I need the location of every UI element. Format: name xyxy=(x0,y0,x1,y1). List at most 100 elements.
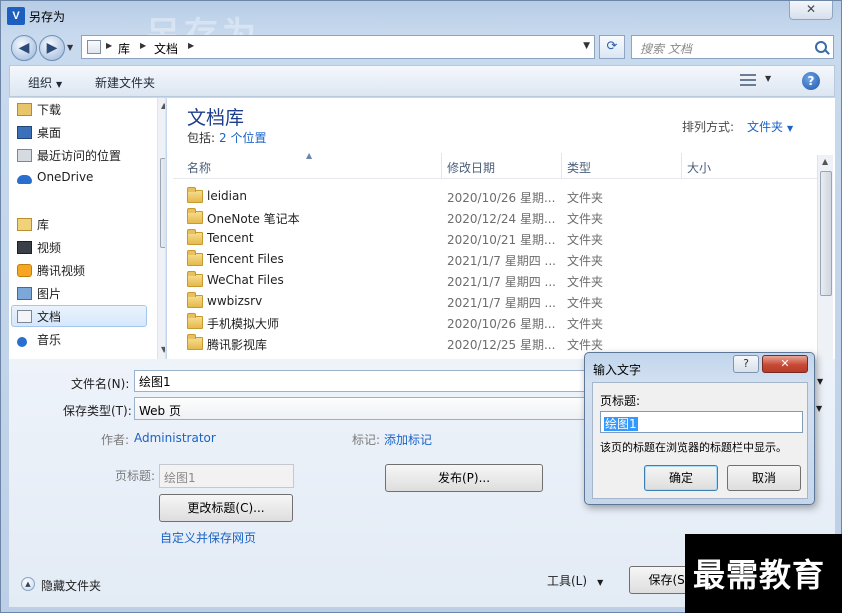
search-icon[interactable] xyxy=(815,41,827,53)
file-date: 2020/10/21 星期... xyxy=(447,233,556,247)
tools-button[interactable]: 工具(L) ▼ xyxy=(547,572,603,589)
breadcrumb-documents[interactable]: 文档 xyxy=(154,40,178,57)
scroll-up-icon[interactable]: ▲ xyxy=(822,157,828,166)
window-close-button[interactable]: ✕ xyxy=(789,1,833,20)
table-row[interactable]: OneNote 笔记本 2020/12/24 星期... 文件夹 xyxy=(173,207,818,228)
filename-dropdown-icon[interactable]: ▼ xyxy=(817,377,823,386)
file-date: 2021/1/7 星期四 ... xyxy=(447,254,556,268)
folder-icon xyxy=(187,334,203,350)
library-title: 文档库 xyxy=(187,107,245,129)
includes-locations-link[interactable]: 2 个位置 xyxy=(219,131,266,145)
dialog-close-button[interactable]: ✕ xyxy=(762,355,808,373)
filename-label: 文件名(N): xyxy=(71,377,130,391)
scrollbar-thumb[interactable] xyxy=(160,158,165,248)
column-header-date[interactable]: 修改日期 xyxy=(447,159,495,176)
table-row[interactable]: WeChat Files 2021/1/7 星期四 ... 文件夹 xyxy=(173,270,818,291)
table-row[interactable]: 腾讯影视库 2020/12/25 星期... 文件夹 xyxy=(173,333,818,354)
scroll-up-icon[interactable]: ▲ xyxy=(161,101,165,110)
change-view-icon[interactable] xyxy=(740,74,756,86)
column-divider[interactable] xyxy=(441,153,442,179)
documents-icon xyxy=(17,310,32,323)
refresh-button[interactable]: ⟳ xyxy=(599,35,625,59)
forward-button[interactable]: ▶ xyxy=(39,35,65,61)
new-folder-button[interactable]: 新建文件夹 xyxy=(95,74,155,91)
navigation-pane: 下载 桌面 最近访问的位置 OneDrive 库 视频 腾讯视频 图片 文档 音… xyxy=(9,98,166,359)
filename-input[interactable] xyxy=(134,370,594,392)
save-type-select[interactable]: Web 页 xyxy=(134,397,594,420)
dialog-help-button[interactable]: ? xyxy=(733,355,759,373)
window-title: 另存为 xyxy=(29,10,66,24)
sidebar-item-onedrive[interactable]: OneDrive xyxy=(17,170,93,190)
sidebar-item-tencent-video[interactable]: 腾讯视频 xyxy=(17,262,85,282)
sidebar-item-music[interactable]: 音乐 xyxy=(17,331,61,351)
table-row[interactable]: Tencent Files 2021/1/7 星期四 ... 文件夹 xyxy=(173,249,818,270)
desktop-icon xyxy=(17,126,32,139)
column-divider[interactable] xyxy=(561,153,562,179)
back-button[interactable]: ◀ xyxy=(11,35,37,61)
customize-save-link[interactable]: 自定义并保存网页 xyxy=(160,529,256,546)
tencent-video-icon xyxy=(17,264,32,277)
table-row[interactable]: leidian 2020/10/26 星期... 文件夹 xyxy=(173,186,818,207)
sidebar-item-recent[interactable]: 最近访问的位置 xyxy=(17,147,122,167)
sidebar-item-videos[interactable]: 视频 xyxy=(17,239,61,259)
file-date: 2021/1/7 星期四 ... xyxy=(447,275,556,289)
column-divider[interactable] xyxy=(681,153,682,179)
visio-app-icon: V xyxy=(7,7,25,25)
column-header-name[interactable]: 名称 xyxy=(187,159,211,176)
includes-label: 包括: xyxy=(187,131,216,145)
folder-icon xyxy=(187,187,203,203)
folder-icon xyxy=(187,229,203,245)
address-dropdown-icon[interactable]: ▼ xyxy=(583,41,590,51)
arrange-by-dropdown[interactable]: 文件夹 ▼ xyxy=(747,118,793,135)
organize-button[interactable]: 组织 ▼ xyxy=(28,74,62,91)
recent-pages-dropdown[interactable]: ▼ xyxy=(67,43,73,52)
sidebar-item-desktop[interactable]: 桌面 xyxy=(17,124,61,144)
file-name: 腾讯影视库 xyxy=(207,338,268,352)
file-type: 文件夹 xyxy=(567,233,604,247)
ok-button[interactable]: 确定 xyxy=(644,465,718,491)
file-type: 文件夹 xyxy=(567,317,604,331)
organize-label: 组织 xyxy=(28,76,53,90)
table-row[interactable]: wwbizsrv 2021/1/7 星期四 ... 文件夹 xyxy=(173,291,818,312)
hide-folders-button[interactable]: 隐藏文件夹 xyxy=(41,577,101,594)
breadcrumb-arrow-icon[interactable]: ▶ xyxy=(106,41,112,50)
view-options-dropdown[interactable]: ▼ xyxy=(765,74,771,83)
table-row[interactable]: Tencent 2020/10/21 星期... 文件夹 xyxy=(173,228,818,249)
file-list-scrollbar[interactable]: ▲ xyxy=(817,155,833,359)
sidebar-item-label: 最近访问的位置 xyxy=(37,149,122,163)
sidebar-item-documents[interactable]: 文档 xyxy=(17,308,61,328)
file-type: 文件夹 xyxy=(567,296,604,310)
table-row[interactable]: 手机模拟大师 2020/10/26 星期... 文件夹 xyxy=(173,312,818,333)
title-bar: V 另存为 另存为 ✕ xyxy=(1,1,842,55)
publish-button[interactable]: 发布(P)... xyxy=(385,464,543,492)
file-name: Tencent xyxy=(207,231,254,245)
breadcrumb-arrow-icon[interactable]: ▶ xyxy=(140,41,146,50)
change-title-button[interactable]: 更改标题(C)... xyxy=(159,494,293,522)
cancel-button[interactable]: 取消 xyxy=(727,465,801,491)
navigation-pane-scrollbar[interactable]: ▲ ▼ xyxy=(157,98,165,359)
breadcrumb-arrow-icon[interactable]: ▶ xyxy=(188,41,194,50)
help-icon[interactable]: ? xyxy=(802,72,820,90)
sidebar-item-label: 图片 xyxy=(37,287,62,301)
address-bar[interactable]: ▶ 库 ▶ 文档 ▶ ▼ xyxy=(81,35,595,59)
author-label: 作者: xyxy=(101,433,130,447)
sidebar-item-pictures[interactable]: 图片 xyxy=(17,285,62,305)
chevron-up-icon[interactable]: ▲ xyxy=(21,577,35,591)
column-header-type[interactable]: 类型 xyxy=(567,159,591,176)
author-value[interactable]: Administrator xyxy=(134,431,216,445)
scroll-down-icon[interactable]: ▼ xyxy=(161,345,165,354)
scrollbar-thumb[interactable] xyxy=(820,171,832,296)
add-tags-link[interactable]: 添加标记 xyxy=(384,431,432,448)
command-toolbar: 组织 ▼ 新建文件夹 ▼ ? xyxy=(9,65,835,97)
sidebar-item-libraries[interactable]: 库 xyxy=(17,216,49,236)
page-title-field: 绘图1 xyxy=(159,464,294,488)
column-headers: ▲ 名称 修改日期 类型 大小 xyxy=(173,151,818,179)
dialog-page-title-input[interactable]: 绘图1 xyxy=(600,411,803,433)
pictures-icon xyxy=(17,287,32,300)
breadcrumb-library[interactable]: 库 xyxy=(118,40,130,57)
search-input[interactable]: 搜索 文档 xyxy=(631,35,834,59)
sidebar-item-downloads[interactable]: 下载 xyxy=(17,101,61,121)
arrange-by-value: 文件夹 xyxy=(747,120,784,134)
save-type-dropdown-icon[interactable]: ▼ xyxy=(816,404,822,413)
column-header-size[interactable]: 大小 xyxy=(687,159,711,176)
